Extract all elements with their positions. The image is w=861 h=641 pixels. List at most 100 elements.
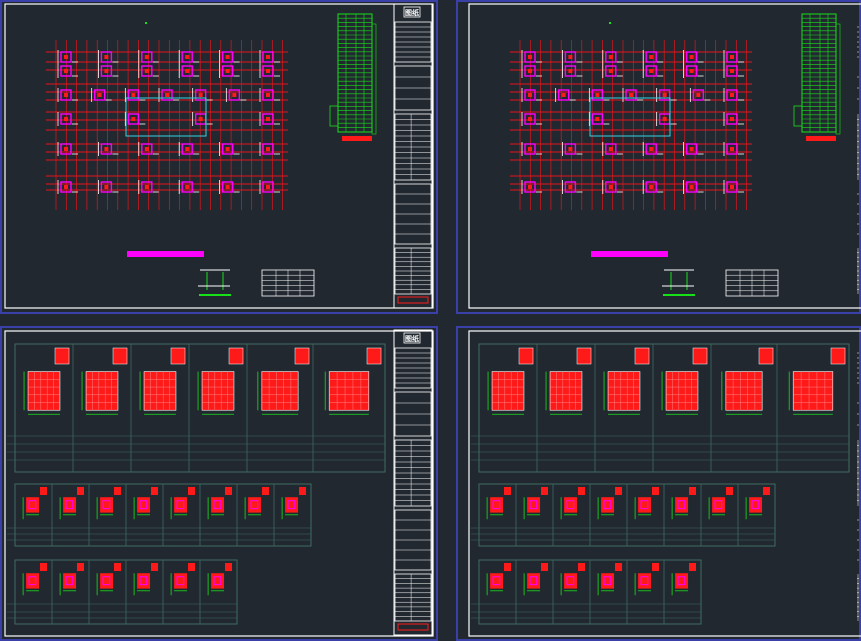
column-detail[interactable] — [324, 347, 382, 415]
column-symbol[interactable] — [723, 112, 744, 126]
column-detail[interactable] — [671, 563, 696, 596]
column-detail[interactable] — [197, 347, 244, 415]
column-symbol[interactable] — [689, 88, 711, 102]
column-detail[interactable] — [597, 563, 622, 596]
column-symbol[interactable] — [259, 64, 280, 78]
column-symbol[interactable] — [562, 64, 583, 78]
structural-plan[interactable] — [510, 22, 752, 210]
column-detail[interactable] — [721, 347, 774, 415]
north-marker — [609, 22, 611, 24]
column-detail[interactable] — [139, 347, 186, 415]
column-symbol[interactable] — [588, 88, 610, 102]
drawing-sheet-top-left[interactable]: 图纸 — [0, 0, 438, 314]
column-symbol[interactable] — [158, 88, 179, 102]
column-detail[interactable] — [257, 347, 310, 415]
column-symbol[interactable] — [57, 88, 78, 102]
column-detail[interactable] — [81, 347, 128, 415]
column-symbol[interactable] — [555, 88, 576, 102]
column-detail[interactable] — [59, 487, 84, 520]
column-symbol[interactable] — [642, 64, 664, 78]
column-symbol[interactable] — [178, 180, 200, 194]
column-symbol[interactable] — [723, 88, 744, 102]
column-detail[interactable] — [170, 487, 195, 520]
column-symbol[interactable] — [138, 180, 159, 194]
drawing-sheet-top-right[interactable] — [456, 0, 861, 314]
column-symbol[interactable] — [259, 112, 280, 126]
column-symbol[interactable] — [192, 88, 213, 102]
column-symbol[interactable] — [683, 64, 704, 78]
column-symbol[interactable] — [124, 88, 146, 102]
column-symbol[interactable] — [683, 180, 704, 194]
column-symbol[interactable] — [57, 64, 78, 78]
column-symbol[interactable] — [723, 180, 744, 194]
column-symbol[interactable] — [259, 88, 280, 102]
column-symbol[interactable] — [259, 180, 280, 194]
column-symbol[interactable] — [622, 88, 643, 102]
column-detail[interactable] — [96, 563, 121, 596]
column-symbol[interactable] — [138, 64, 159, 78]
column-symbol[interactable] — [588, 112, 610, 126]
detail-sheet-canvas[interactable]: 图纸 — [0, 326, 438, 641]
column-symbol[interactable] — [562, 180, 583, 194]
column-symbol[interactable] — [642, 180, 664, 194]
column-detail[interactable] — [523, 563, 548, 596]
column-detail[interactable] — [486, 487, 511, 520]
column-symbol[interactable] — [98, 180, 119, 194]
column-symbol[interactable] — [602, 64, 623, 78]
drawing-sheet-bottom-right[interactable] — [456, 326, 861, 641]
column-symbol[interactable] — [602, 180, 623, 194]
column-detail[interactable] — [22, 563, 47, 596]
column-detail[interactable] — [661, 347, 708, 415]
column-symbol[interactable] — [225, 88, 247, 102]
column-detail[interactable] — [603, 347, 650, 415]
column-symbol[interactable] — [521, 88, 542, 102]
column-detail[interactable] — [523, 487, 548, 520]
column-detail[interactable] — [634, 563, 659, 596]
title-block: 图纸 — [393, 329, 433, 636]
structural-plan[interactable] — [46, 22, 288, 210]
column-symbol[interactable] — [723, 64, 744, 78]
column-symbol[interactable] — [98, 64, 119, 78]
column-symbol[interactable] — [219, 64, 240, 78]
column-symbol[interactable] — [521, 112, 542, 126]
column-detail[interactable] — [545, 347, 592, 415]
legend-table — [725, 269, 779, 297]
plan-sheet-canvas[interactable]: 图纸 — [0, 0, 438, 314]
column-symbol[interactable] — [656, 112, 677, 126]
column-detail[interactable] — [59, 563, 84, 596]
column-detail[interactable] — [281, 487, 306, 520]
column-symbol[interactable] — [57, 180, 78, 194]
plan-sheet-canvas[interactable] — [456, 0, 861, 314]
detail-sheet-canvas[interactable] — [456, 326, 861, 641]
column-detail[interactable] — [22, 487, 47, 520]
column-detail[interactable] — [23, 347, 70, 415]
drawing-sheet-bottom-left[interactable]: 图纸 — [0, 326, 438, 641]
column-detail[interactable] — [634, 487, 659, 520]
column-detail[interactable] — [170, 563, 195, 596]
column-detail[interactable] — [133, 563, 158, 596]
column-symbol[interactable] — [521, 64, 542, 78]
column-detail[interactable] — [486, 563, 511, 596]
column-detail[interactable] — [96, 487, 121, 520]
column-detail[interactable] — [560, 487, 585, 520]
column-symbol[interactable] — [91, 88, 112, 102]
column-symbol[interactable] — [192, 112, 213, 126]
column-detail[interactable] — [207, 487, 232, 520]
column-symbol[interactable] — [178, 64, 200, 78]
column-symbol[interactable] — [656, 88, 677, 102]
column-symbol[interactable] — [57, 112, 78, 126]
column-detail[interactable] — [708, 487, 733, 520]
column-symbol[interactable] — [219, 180, 240, 194]
column-detail[interactable] — [788, 347, 846, 415]
column-detail[interactable] — [133, 487, 158, 520]
column-detail[interactable] — [671, 487, 696, 520]
column-symbol[interactable] — [521, 180, 542, 194]
column-detail[interactable] — [597, 487, 622, 520]
sheet-number-box — [397, 296, 429, 304]
column-detail[interactable] — [560, 563, 585, 596]
column-detail[interactable] — [207, 563, 232, 596]
column-symbol[interactable] — [124, 112, 146, 126]
column-detail[interactable] — [244, 487, 269, 520]
column-detail[interactable] — [487, 347, 534, 415]
column-detail[interactable] — [745, 487, 770, 520]
